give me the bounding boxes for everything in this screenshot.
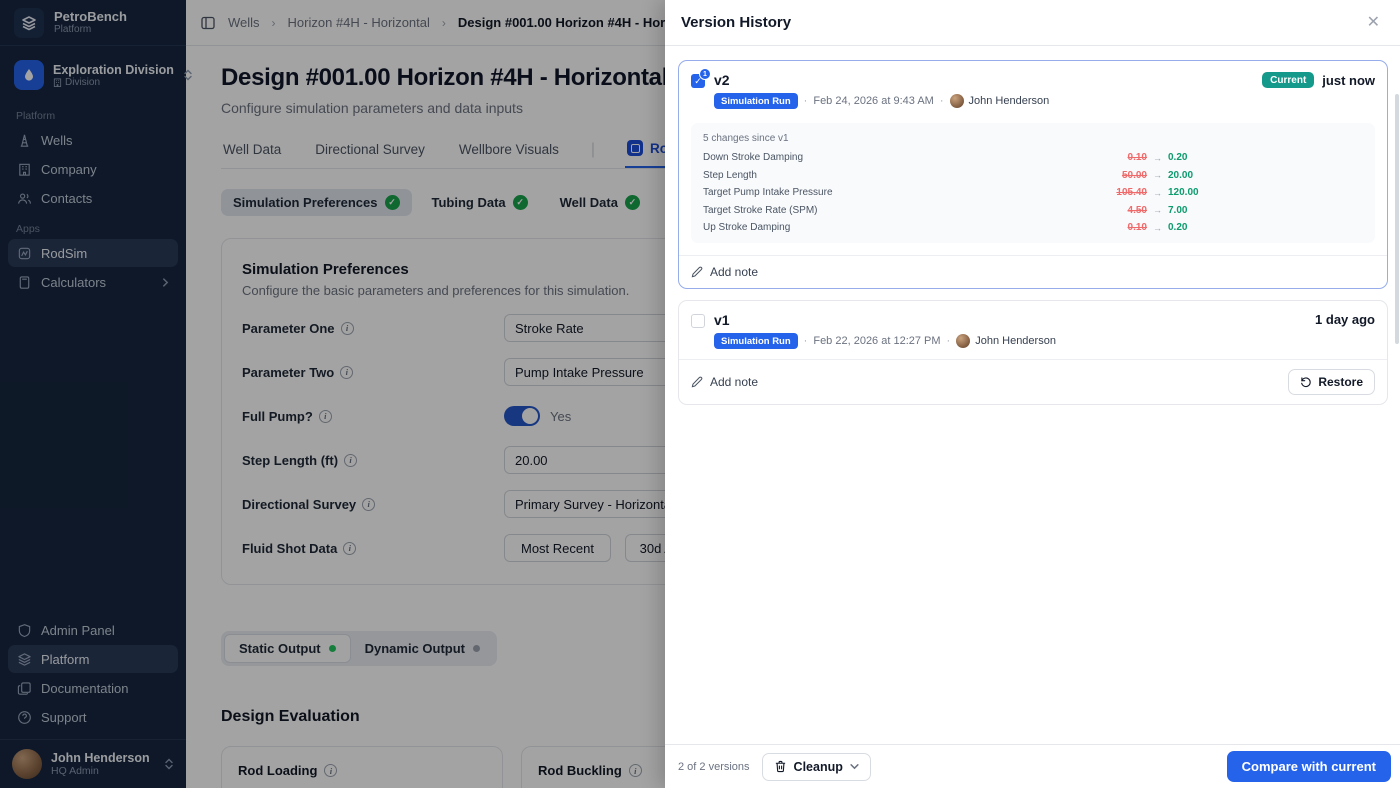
arrow-right-icon: → [1153, 205, 1162, 215]
close-icon[interactable]: ✕ [1363, 11, 1384, 35]
restore-icon [1301, 377, 1312, 388]
dot-separator: · [946, 335, 951, 347]
app-window: PetroBench Platform Exploration Division… [0, 0, 1400, 788]
simulation-run-badge: Simulation Run [714, 93, 798, 109]
restore-button[interactable]: Restore [1288, 369, 1375, 395]
change-row: Target Stroke Rate (SPM) 4.50 → 7.00 [703, 204, 1188, 216]
change-row: Step Length 50.00 → 20.00 [703, 169, 1194, 181]
compare-with-current-button[interactable]: Compare with current [1226, 751, 1391, 782]
dot-separator: · [803, 335, 808, 347]
version-author: John Henderson [956, 334, 1056, 348]
scrollbar-thumb[interactable] [1395, 94, 1399, 344]
version-name: v2 [714, 72, 730, 88]
arrow-right-icon: → [1153, 222, 1162, 233]
version-checkbox-v2[interactable]: ✓ 1 [691, 68, 711, 88]
version-time: 1 day ago [1315, 312, 1375, 327]
version-history-panel: Version History ✕ ✓ 1 v2 Current just now [665, 0, 1400, 788]
panel-footer: 2 of 2 versions Cleanup Compare with cur… [665, 744, 1400, 788]
version-time: just now [1322, 72, 1375, 88]
version-date: Feb 22, 2026 at 12:27 PM [813, 335, 941, 347]
version-checkbox-v1[interactable] [691, 314, 705, 328]
add-note-button[interactable]: Add note [691, 265, 758, 279]
version-card-v2[interactable]: ✓ 1 v2 Current just now Simulation Run · … [678, 60, 1388, 289]
changes-header: 5 changes since v1 [703, 133, 789, 144]
trash-icon [775, 760, 785, 773]
simulation-run-badge: Simulation Run [714, 333, 798, 349]
cleanup-button[interactable]: Cleanup [761, 752, 871, 781]
panel-header: Version History ✕ [665, 0, 1400, 46]
arrow-right-icon: → [1153, 170, 1162, 180]
version-name: v1 [714, 312, 730, 328]
pencil-icon [691, 266, 703, 278]
version-count: 2 of 2 versions [678, 760, 750, 773]
arrow-right-icon: → [1153, 187, 1162, 198]
dot-separator: · [803, 95, 808, 107]
selection-order-badge: 1 [699, 68, 711, 80]
author-avatar [956, 334, 971, 348]
pencil-icon [691, 376, 703, 388]
chevron-down-icon [850, 764, 859, 770]
version-card-v1[interactable]: v1 1 day ago Simulation Run · Feb 22, 20… [678, 300, 1388, 405]
version-list: ✓ 1 v2 Current just now Simulation Run · … [665, 46, 1400, 744]
author-avatar [949, 94, 964, 108]
change-row: Target Pump Intake Pressure 105.40 → 120.0… [703, 187, 1199, 198]
dot-separator: · [939, 95, 944, 107]
change-row: Down Stroke Damping 0.10 → 0.20 [703, 152, 1188, 163]
current-badge: Current [1262, 72, 1315, 88]
arrow-right-icon: → [1153, 152, 1162, 163]
changes-summary: 5 changes since v1 Down Stroke Damping 0… [691, 123, 1375, 243]
panel-title: Version History [681, 14, 792, 31]
version-author: John Henderson [949, 94, 1049, 108]
add-note-button[interactable]: Add note [691, 375, 758, 389]
change-row: Up Stroke Damping 0.10 → 0.20 [703, 222, 1188, 233]
version-date: Feb 24, 2026 at 9:43 AM [813, 95, 934, 107]
